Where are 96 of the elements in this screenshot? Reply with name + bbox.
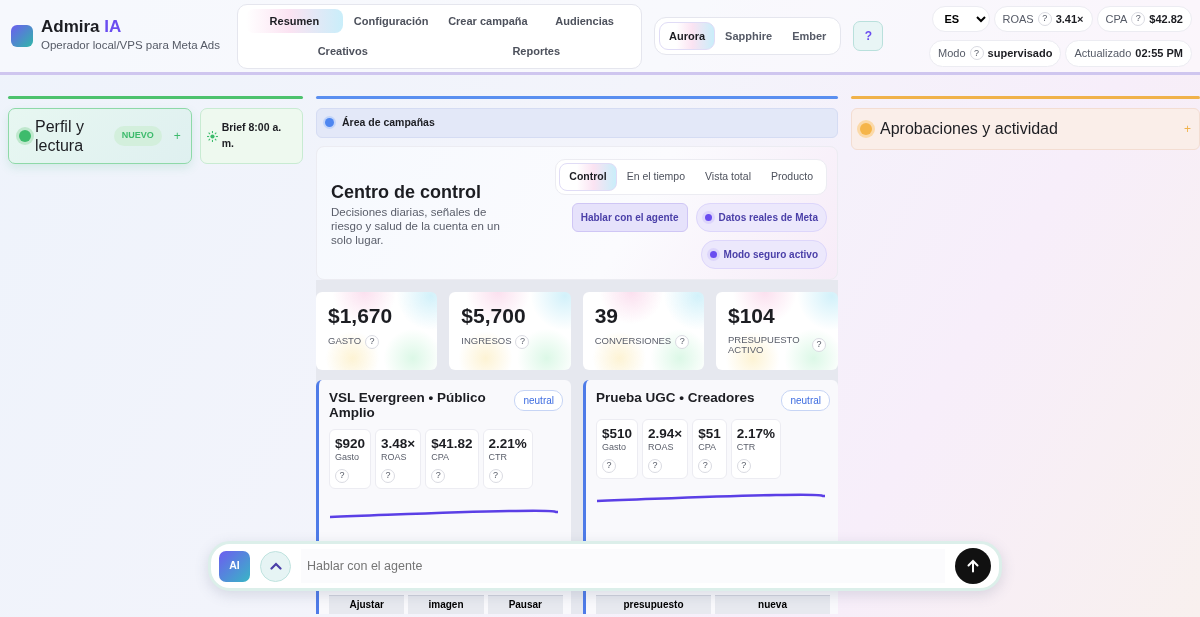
- kpi-label: CONVERSIONES: [594, 336, 672, 347]
- view-tab[interactable]: Vista total: [695, 162, 761, 191]
- help-icon[interactable]: ?: [675, 334, 690, 349]
- approvals-panel[interactable]: Aprobaciones y actividad +: [851, 108, 1200, 150]
- pill-label: ROAS: [1002, 11, 1034, 27]
- view-tab[interactable]: En el tiempo: [616, 162, 696, 191]
- metric-value: 2.21%: [488, 436, 527, 452]
- pill-value: 02:55 PM: [1135, 46, 1183, 61]
- section-title: Área de campañas: [342, 115, 435, 130]
- panel-title: Aprobaciones y actividad: [880, 119, 1059, 139]
- new-badge: NUEVO: [113, 126, 162, 146]
- action-button[interactable]: Ajustar: [329, 595, 405, 614]
- action-button[interactable]: presupuesto: [596, 595, 711, 614]
- help-icon[interactable]: ?: [602, 458, 616, 473]
- kpi-value: 39: [594, 303, 619, 327]
- help-icon[interactable]: ?: [1037, 11, 1052, 26]
- help-icon[interactable]: ?: [648, 458, 663, 473]
- expand-button[interactable]: [260, 550, 291, 582]
- nav-tab[interactable]: Crear campaña: [439, 8, 537, 33]
- profile-card[interactable]: Perfil y lectura NUEVO +: [8, 108, 192, 165]
- logo-icon: [11, 25, 33, 47]
- metric-label: CPA: [698, 441, 718, 455]
- nav-tab[interactable]: Reportes: [439, 39, 633, 64]
- arrow-up-icon: [966, 559, 980, 573]
- help-icon[interactable]: ?: [515, 334, 530, 349]
- metric-label: CPA: [431, 451, 451, 465]
- action-button[interactable]: Pausar: [487, 595, 563, 614]
- metric-label: ROAS: [648, 441, 675, 455]
- metric-value: 3.48×: [381, 436, 416, 452]
- card-title: Centro de control: [331, 181, 482, 205]
- panel-title: Perfil y lectura: [35, 117, 85, 156]
- metric-value: $510: [602, 426, 633, 442]
- status-tag: neutral: [514, 389, 563, 411]
- help-icon[interactable]: ?: [381, 468, 396, 483]
- help-icon[interactable]: ?: [431, 468, 446, 483]
- help-icon[interactable]: ?: [488, 468, 503, 483]
- nav-tab[interactable]: Creativos: [246, 39, 440, 64]
- status-chip: Modo seguro activo: [700, 239, 827, 269]
- help-icon[interactable]: ?: [969, 46, 984, 61]
- metric-value: $41.82: [431, 436, 473, 452]
- campaign-title: Prueba UGC • Creadores: [596, 389, 755, 405]
- status-dot: [19, 130, 31, 143]
- brief-time: Brief 8:00 a. m.: [221, 120, 283, 152]
- metric-label: ROAS: [381, 451, 408, 465]
- pill-value: $42.82: [1149, 11, 1183, 27]
- brand-name: Admira IA: [41, 18, 123, 37]
- nav-tab[interactable]: Audiencias: [536, 8, 633, 33]
- agent-avatar: AI: [219, 550, 250, 582]
- help-icon[interactable]: ?: [335, 468, 349, 483]
- caret-icon: [269, 562, 282, 570]
- pill-value: 3.41×: [1055, 11, 1084, 27]
- metric-value: $920: [335, 436, 366, 452]
- kpi-value: $104: [728, 303, 776, 327]
- pill-value: supervisado: [987, 46, 1053, 61]
- status-chip: Datos reales de Meta: [695, 202, 827, 232]
- kpi-value: $1,670: [328, 303, 394, 327]
- kpi-value: $5,700: [461, 303, 527, 327]
- talk-button[interactable]: Hablar con el agente: [571, 202, 688, 232]
- metric-label: CTR: [736, 441, 757, 455]
- action-button[interactable]: nueva: [715, 595, 830, 614]
- campaign-title: VSL Evergreen • Público Amplio: [329, 389, 487, 421]
- pill-label: Actualizado: [1074, 46, 1132, 61]
- kpi-label: GASTO: [328, 336, 362, 347]
- pill-label: CPA: [1105, 11, 1128, 27]
- help-icon[interactable]: ?: [698, 458, 713, 473]
- send-button[interactable]: [955, 548, 991, 584]
- help-icon[interactable]: ?: [736, 458, 751, 473]
- metric-value: 2.94×: [648, 426, 683, 442]
- theme-tab[interactable]: Aurora: [659, 21, 716, 51]
- metric-label: Gasto: [602, 441, 627, 455]
- action-button[interactable]: imagen: [408, 595, 484, 614]
- help-icon[interactable]: ?: [812, 338, 826, 353]
- pill-label: Modo: [938, 46, 966, 61]
- brief-card[interactable]: Brief 8:00 a. m.: [199, 108, 303, 165]
- theme-tab[interactable]: Sapphire: [715, 21, 783, 51]
- metric-value: 2.17%: [736, 426, 776, 442]
- help-button[interactable]: ?: [853, 21, 884, 51]
- status-dot: [325, 118, 334, 128]
- kpi-label: PRESUPUESTO ACTIVO: [728, 334, 801, 356]
- card-description: Decisiones diarias, señales de riesgo y salud de la cuenta en un solo lugar.: [331, 206, 501, 248]
- status-dot: [860, 123, 872, 135]
- sun-icon: [206, 130, 218, 142]
- help-icon[interactable]: ?: [365, 334, 380, 349]
- metric-label: Gasto: [335, 451, 360, 465]
- brand-subtitle: Operador local/VPS para Meta Ads: [41, 37, 220, 53]
- language-select[interactable]: ES: [931, 5, 990, 32]
- status-tag: neutral: [781, 389, 830, 411]
- metric-value: $51: [698, 426, 721, 442]
- view-tab[interactable]: Producto: [760, 162, 823, 191]
- metric-label: CTR: [488, 451, 508, 465]
- theme-tab[interactable]: Ember: [782, 21, 837, 51]
- kpi-label: INGRESOS: [461, 336, 512, 347]
- nav-tab[interactable]: Configuración: [342, 8, 440, 33]
- help-icon[interactable]: ?: [1131, 11, 1146, 26]
- chat-input[interactable]: Hablar con el agente: [301, 549, 945, 583]
- view-tab[interactable]: Control: [559, 162, 617, 191]
